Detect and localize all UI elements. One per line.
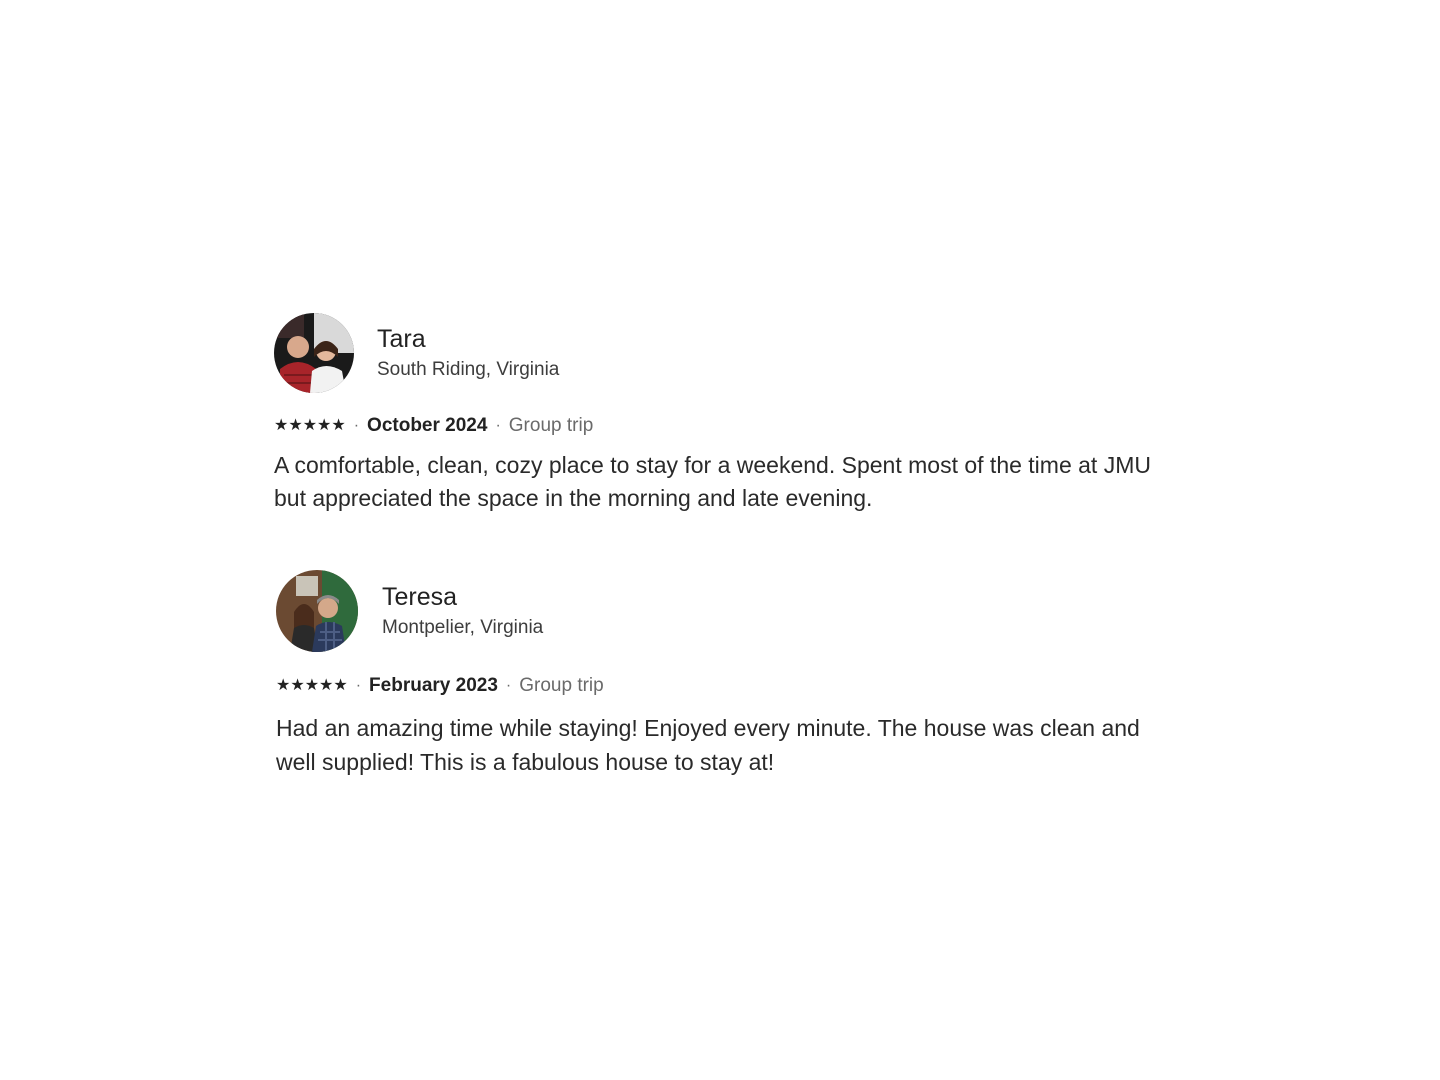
review-date: February 2023 bbox=[369, 675, 498, 696]
reviewer-name[interactable]: Teresa bbox=[382, 582, 543, 612]
review-item: Tara South Riding, Virginia ★★★★★ · Octo… bbox=[274, 313, 1154, 515]
review-text: Had an amazing time while staying! Enjoy… bbox=[276, 715, 1140, 775]
separator: · bbox=[355, 677, 362, 694]
separator: · bbox=[353, 417, 360, 434]
review-item: Teresa Montpelier, Virginia ★★★★★ · Febr… bbox=[276, 570, 1156, 779]
review-header: Teresa Montpelier, Virginia bbox=[276, 570, 1156, 652]
star-rating-icon: ★★★★★ bbox=[274, 417, 346, 434]
avatar[interactable] bbox=[274, 313, 354, 393]
review-text: A comfortable, clean, cozy place to stay… bbox=[274, 452, 1151, 511]
reviewer-location: Montpelier, Virginia bbox=[382, 616, 544, 638]
separator: · bbox=[495, 417, 501, 434]
avatar-photo bbox=[274, 313, 354, 393]
star-rating-icon: ★★★★★ bbox=[276, 677, 348, 694]
trip-type: Group trip bbox=[508, 415, 594, 436]
review-date: October 2024 bbox=[367, 415, 488, 436]
trip-type: Group trip bbox=[519, 675, 604, 696]
review-meta: ★★★★★ · October 2024 · Group trip bbox=[274, 413, 1154, 439]
reviewer-name[interactable]: Tara bbox=[377, 324, 559, 354]
reviewer-info: Tara South Riding, Virginia bbox=[377, 324, 559, 383]
review-header: Tara South Riding, Virginia bbox=[274, 313, 1154, 393]
reviewer-location: South Riding, Virginia bbox=[377, 358, 560, 380]
separator: · bbox=[505, 677, 512, 694]
avatar-photo bbox=[276, 570, 358, 652]
avatar[interactable] bbox=[276, 570, 358, 652]
review-meta: ★★★★★ · February 2023 · Group trip bbox=[276, 673, 1156, 699]
reviewer-info: Teresa Montpelier, Virginia bbox=[382, 582, 543, 641]
